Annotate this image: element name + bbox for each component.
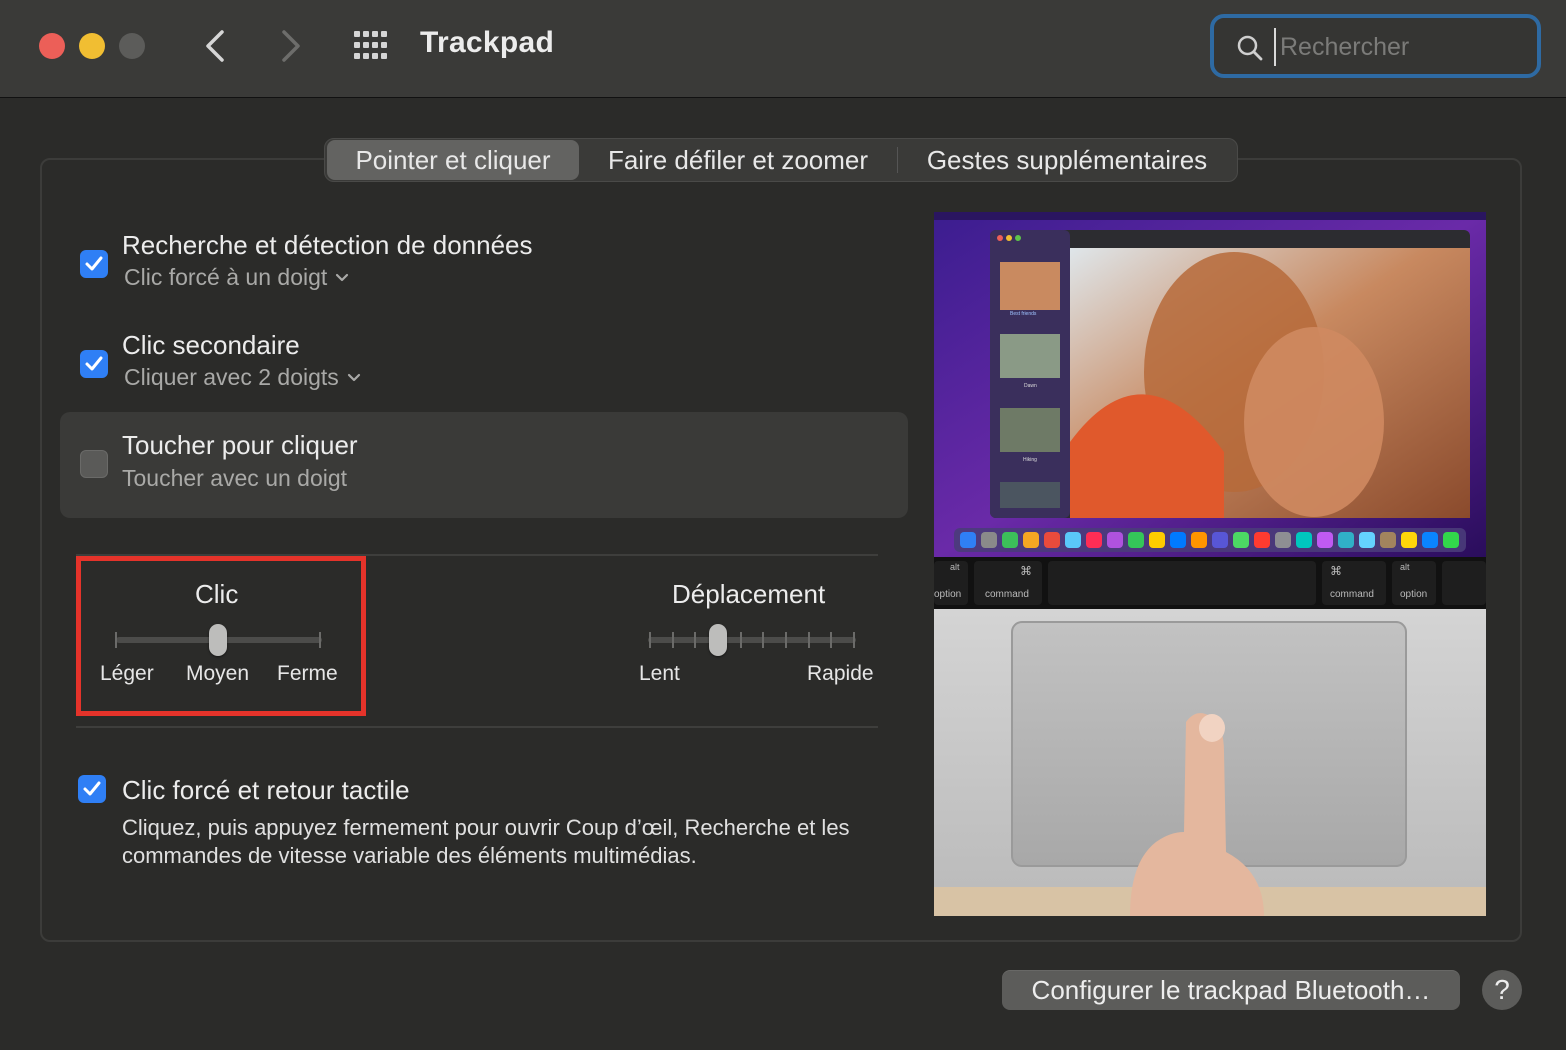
help-button[interactable]: ?	[1482, 970, 1522, 1010]
chevron-right-icon	[282, 30, 300, 62]
dock-app-icon	[1380, 532, 1396, 548]
checkmark-icon	[85, 256, 103, 271]
chevron-left-icon	[206, 30, 224, 62]
click-slider-knob[interactable]	[209, 624, 227, 656]
key-alt-left: alt	[950, 562, 960, 572]
gesture-preview-video: alt option ⌘ command ⌘ command alt optio…	[934, 212, 1486, 916]
tap-to-click-subtitle: Toucher avec un doigt	[122, 465, 348, 491]
key-command-right: command	[1330, 589, 1374, 600]
tab-more-gestures[interactable]: Gestes supplémentaires	[898, 140, 1236, 180]
tracking-label-slow: Lent	[639, 662, 680, 685]
dock-app-icon	[960, 532, 976, 548]
tap-to-click-label: Toucher pour cliquer	[122, 430, 358, 460]
tracking-slider-tick	[807, 632, 810, 648]
tracking-slider-tick	[762, 632, 765, 648]
thumb-label-best-friends: Best friends	[1010, 311, 1037, 317]
lookup-data-detectors-checkbox[interactable]	[80, 250, 108, 278]
tap-to-click-description: Toucher avec un doigt	[122, 465, 347, 492]
key-alt-right: alt	[1400, 562, 1410, 572]
force-click-checkbox[interactable]	[78, 775, 106, 803]
dock-app-icon	[1128, 532, 1144, 548]
search-input[interactable]	[1274, 28, 1524, 66]
title-bar: Trackpad	[0, 0, 1566, 98]
divider-bottom	[76, 726, 878, 728]
dock-app-icon	[1212, 532, 1228, 548]
tab-scroll-and-zoom[interactable]: Faire défiler et zoomer	[579, 140, 897, 180]
click-slider-title: Clic	[195, 579, 239, 609]
trackpad-preferences-window: Trackpad Pointer et cliquer Faire défile…	[0, 0, 1566, 1050]
click-label-firm: Ferme	[277, 662, 338, 685]
window-title: Trackpad	[420, 26, 555, 59]
search-icon	[1237, 35, 1263, 61]
key-command-symbol-left: ⌘	[1020, 564, 1032, 578]
secondary-click-checkbox[interactable]	[80, 350, 108, 378]
click-slider-tick	[115, 632, 117, 648]
dock-app-icon	[1254, 532, 1270, 548]
tab-bar: Pointer et cliquer Faire défiler et zoom…	[324, 138, 1238, 182]
tracking-slider-tick	[853, 632, 855, 648]
dock-app-icon	[1233, 532, 1249, 548]
secondary-click-value: Cliquer avec 2 doigts	[124, 364, 339, 390]
force-click-label: Clic forcé et retour tactile	[122, 775, 410, 805]
secondary-click-label: Clic secondaire	[122, 330, 300, 360]
dock-app-icon	[981, 532, 997, 548]
minimize-window-button[interactable]	[79, 33, 105, 59]
secondary-click-popup[interactable]: Cliquer avec 2 doigts	[124, 364, 361, 391]
dock-app-icon	[1401, 532, 1417, 548]
dock-app-icon	[1275, 532, 1291, 548]
close-window-button[interactable]	[39, 33, 65, 59]
dock-app-icon	[1443, 532, 1459, 548]
dock-app-icon	[1296, 532, 1312, 548]
tracking-slider-tick	[830, 632, 833, 648]
thumb-label-hiking: Hiking	[1023, 457, 1037, 463]
dock-app-icon	[1044, 532, 1060, 548]
key-option-right: option	[1400, 589, 1428, 600]
search-field[interactable]	[1210, 14, 1541, 78]
lookup-data-detectors-label: Recherche et détection de données	[122, 230, 533, 260]
dock-app-icon	[1317, 532, 1333, 548]
back-button[interactable]	[196, 26, 236, 66]
click-label-medium: Moyen	[186, 662, 250, 685]
chevron-down-icon	[347, 373, 360, 381]
thumb-label-dawn: Dawn	[1024, 383, 1037, 389]
dock-app-icon	[1023, 532, 1039, 548]
zoom-window-button[interactable]	[119, 33, 145, 59]
dock-app-icon	[1191, 532, 1207, 548]
dock-app-icon	[1086, 532, 1102, 548]
dock-app-icon	[1422, 532, 1438, 548]
tab-point-and-click[interactable]: Pointer et cliquer	[327, 140, 579, 180]
click-label-light: Léger	[100, 662, 154, 685]
tracking-slider-tick	[671, 632, 674, 648]
tracking-label-fast: Rapide	[807, 662, 874, 685]
click-slider-tick	[319, 632, 321, 648]
force-click-description: Cliquez, puis appuyez fermement pour ouv…	[122, 815, 850, 868]
dock-app-icon	[1338, 532, 1354, 548]
tap-to-click-checkbox[interactable]	[80, 450, 108, 478]
tracking-slider-tick	[739, 632, 742, 648]
tracking-slider-tick	[649, 632, 651, 648]
lookup-gesture-popup[interactable]: Clic forcé à un doigt	[124, 264, 349, 291]
forward-button[interactable]	[272, 26, 312, 66]
checkmark-icon	[85, 356, 103, 371]
grid-icon	[354, 31, 387, 59]
key-option-left: option	[934, 589, 962, 600]
tracking-slider-knob[interactable]	[709, 624, 727, 656]
key-command-left: command	[985, 589, 1029, 600]
dock-app-icon	[1065, 532, 1081, 548]
dock-app-icon	[1359, 532, 1375, 548]
key-command-symbol-right: ⌘	[1330, 564, 1342, 578]
checkmark-icon	[83, 781, 101, 796]
dock-app-icon	[1149, 532, 1165, 548]
tracking-slider-tick	[785, 632, 787, 648]
tracking-slider-tick	[694, 632, 697, 648]
dock-app-icon	[1002, 532, 1018, 548]
lookup-gesture-value: Clic forcé à un doigt	[124, 264, 328, 290]
chevron-down-icon	[336, 273, 349, 281]
show-all-grid-button[interactable]	[352, 28, 392, 62]
tracking-slider-track[interactable]	[648, 637, 856, 643]
configure-bluetooth-trackpad-button[interactable]: Configurer le trackpad Bluetooth…	[1002, 970, 1460, 1010]
dock-app-icon	[1170, 532, 1186, 548]
dock-app-icon	[1107, 532, 1123, 548]
tracking-slider-title: Déplacement	[672, 579, 826, 609]
